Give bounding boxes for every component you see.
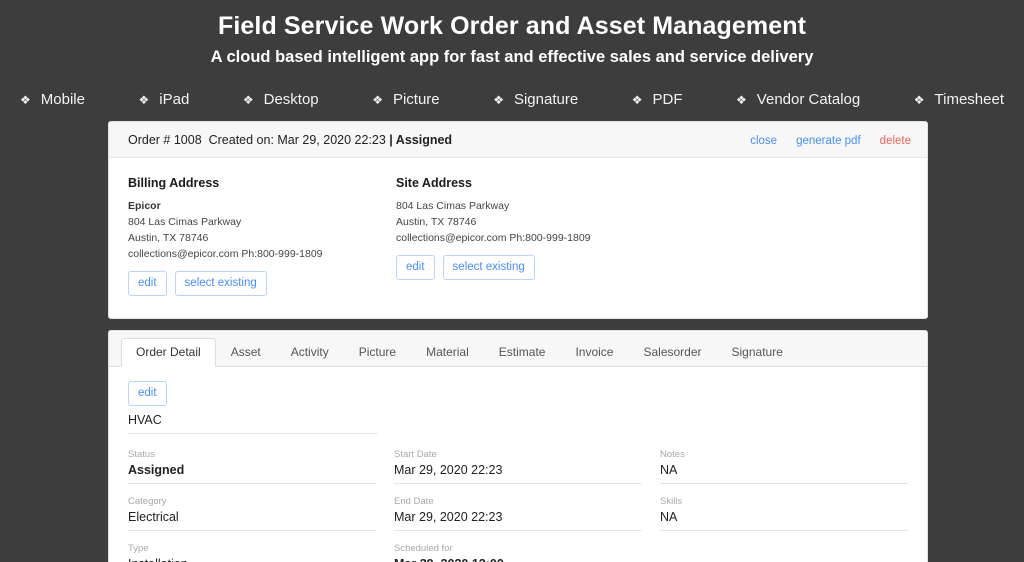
- nav-item-desktop[interactable]: ❖ Desktop: [243, 91, 319, 108]
- diamond-bullet-icon: ❖: [242, 92, 254, 107]
- tab-picture[interactable]: Picture: [344, 338, 411, 367]
- field-label: End Date: [394, 496, 434, 507]
- field-label: Notes: [660, 449, 685, 460]
- field-end-date: End Date Mar 29, 2020 22:23: [394, 490, 642, 531]
- nav-item-label: Vendor Catalog: [756, 91, 861, 108]
- field-scheduled-for: Scheduled for Mar 29, 2020 12:00: [394, 537, 642, 562]
- nav-item-label: Timesheet: [934, 91, 1005, 108]
- field-type: Type Installation: [128, 537, 376, 562]
- site-contact: collections@epicor.com Ph:800-999-1809: [396, 232, 591, 244]
- tab-salesorder[interactable]: Salesorder: [628, 338, 716, 367]
- field-label: Status: [128, 449, 155, 460]
- site-address-title: Site Address: [396, 176, 472, 190]
- order-detail-card: Order Detail Asset Activity Picture Mate…: [108, 330, 928, 562]
- tab-material[interactable]: Material: [411, 338, 484, 367]
- field-value: Assigned: [128, 463, 185, 477]
- field-status: Status Assigned: [128, 443, 376, 484]
- tab-strip: Order Detail Asset Activity Picture Mate…: [109, 331, 927, 367]
- delete-link[interactable]: delete: [880, 135, 911, 147]
- field-value: Mar 29, 2020 22:23: [394, 510, 503, 524]
- nav-item-label: Signature: [513, 91, 579, 108]
- field-value: Mar 29, 2020 12:00: [394, 555, 642, 562]
- order-meta-prefix: Order # 1008 Created on: Mar 29, 2020 22…: [128, 133, 390, 147]
- order-summary-card: Order # 1008 Created on: Mar 29, 2020 22…: [108, 121, 928, 319]
- billing-address-actions: edit select existing: [128, 271, 396, 296]
- order-meta-text: Order # 1008 Created on: Mar 29, 2020 22…: [128, 133, 452, 147]
- nav-item-picture[interactable]: ❖ Picture: [372, 91, 439, 108]
- order-detail-fields: Status Assigned Category Electrical Type…: [128, 443, 908, 562]
- billing-address-block: Billing Address Epicor 804 Las Cimas Par…: [128, 176, 396, 296]
- order-status-text: | Assigned: [389, 133, 453, 147]
- content-area: Order # 1008 Created on: Mar 29, 2020 22…: [108, 121, 928, 562]
- order-detail-body: edit HVAC Status Assigned Category Elect…: [109, 367, 927, 562]
- field-value: Mar 29, 2020 22:23: [394, 463, 503, 477]
- nav-item-signature[interactable]: ❖ Signature: [493, 91, 578, 108]
- billing-address-title: Billing Address: [128, 176, 220, 190]
- main-nav: ❖ Mobile ❖ iPad ❖ Desktop ❖ Picture ❖ Si…: [0, 69, 1024, 108]
- nav-item-ipad[interactable]: ❖ iPad: [139, 91, 190, 108]
- field-category: Category Electrical: [128, 490, 376, 531]
- nav-item-label: PDF: [652, 91, 683, 108]
- field-start-date: Start Date Mar 29, 2020 22:23: [394, 443, 642, 484]
- billing-company-name: Epicor: [128, 200, 161, 212]
- billing-street: 804 Las Cimas Parkway: [128, 216, 242, 228]
- diamond-bullet-icon: ❖: [138, 92, 150, 107]
- site-select-existing-button[interactable]: select existing: [442, 255, 535, 280]
- nav-item-vendor-catalog[interactable]: ❖ Vendor Catalog: [736, 91, 860, 108]
- order-detail-actions: edit: [128, 381, 908, 406]
- order-card-header: Order # 1008 Created on: Mar 29, 2020 22…: [109, 122, 927, 158]
- site-city-state-zip: Austin, TX 78746: [396, 216, 477, 228]
- field-column-left: Status Assigned Category Electrical Type…: [128, 443, 376, 562]
- addresses-section: Billing Address Epicor 804 Las Cimas Par…: [109, 158, 927, 318]
- nav-item-timesheet[interactable]: ❖ Timesheet: [914, 91, 1004, 108]
- close-link[interactable]: close: [750, 135, 777, 147]
- tab-activity[interactable]: Activity: [276, 338, 344, 367]
- site-address-actions: edit select existing: [396, 255, 664, 280]
- page-subtitle: A cloud based intelligent app for fast a…: [210, 48, 814, 66]
- diamond-bullet-icon: ❖: [631, 92, 643, 107]
- nav-item-mobile[interactable]: ❖ Mobile: [20, 91, 85, 108]
- nav-item-label: Picture: [392, 91, 440, 108]
- site-address-block: Site Address 804 Las Cimas Parkway Austi…: [396, 176, 664, 296]
- field-column-middle: Start Date Mar 29, 2020 22:23 End Date M…: [394, 443, 642, 562]
- nav-item-label: iPad: [159, 91, 190, 108]
- diamond-bullet-icon: ❖: [20, 92, 31, 107]
- tab-asset[interactable]: Asset: [216, 338, 276, 367]
- field-skills: Skills NA: [660, 490, 908, 531]
- order-detail-edit-button[interactable]: edit: [128, 381, 167, 406]
- field-label: Scheduled for: [394, 543, 453, 554]
- diamond-bullet-icon: ❖: [493, 92, 504, 107]
- tab-estimate[interactable]: Estimate: [484, 338, 561, 367]
- diamond-bullet-icon: ❖: [913, 92, 925, 107]
- field-notes: Notes NA: [660, 443, 908, 484]
- field-label: Start Date: [394, 449, 437, 460]
- field-value: Electrical: [128, 510, 179, 524]
- billing-edit-button[interactable]: edit: [128, 271, 167, 296]
- generate-pdf-link[interactable]: generate pdf: [796, 135, 861, 147]
- field-value: NA: [660, 463, 678, 477]
- field-value: Installation: [128, 555, 376, 562]
- nav-item-label: Mobile: [40, 91, 85, 108]
- page-title: Field Service Work Order and Asset Manag…: [217, 12, 807, 40]
- billing-select-existing-button[interactable]: select existing: [174, 271, 267, 296]
- nav-item-pdf[interactable]: ❖ PDF: [632, 91, 683, 108]
- diamond-bullet-icon: ❖: [736, 92, 747, 107]
- nav-item-label: Desktop: [263, 91, 319, 108]
- field-column-right: Notes NA Skills NA: [660, 443, 908, 562]
- field-label: Skills: [660, 496, 683, 507]
- site-edit-button[interactable]: edit: [396, 255, 435, 280]
- tab-signature[interactable]: Signature: [717, 338, 798, 367]
- billing-city-state-zip: Austin, TX 78746: [128, 232, 209, 244]
- diamond-bullet-icon: ❖: [372, 92, 383, 107]
- tab-invoice[interactable]: Invoice: [560, 338, 628, 367]
- asset-name-value: HVAC: [128, 413, 378, 434]
- tab-order-detail[interactable]: Order Detail: [121, 338, 216, 367]
- field-label: Category: [128, 496, 167, 507]
- field-value: NA: [660, 510, 678, 524]
- page-header: Field Service Work Order and Asset Manag…: [0, 0, 1024, 69]
- billing-contact: collections@epicor.com Ph:800-999-1809: [128, 248, 323, 260]
- field-label: Type: [128, 543, 149, 554]
- site-street: 804 Las Cimas Parkway: [396, 200, 510, 212]
